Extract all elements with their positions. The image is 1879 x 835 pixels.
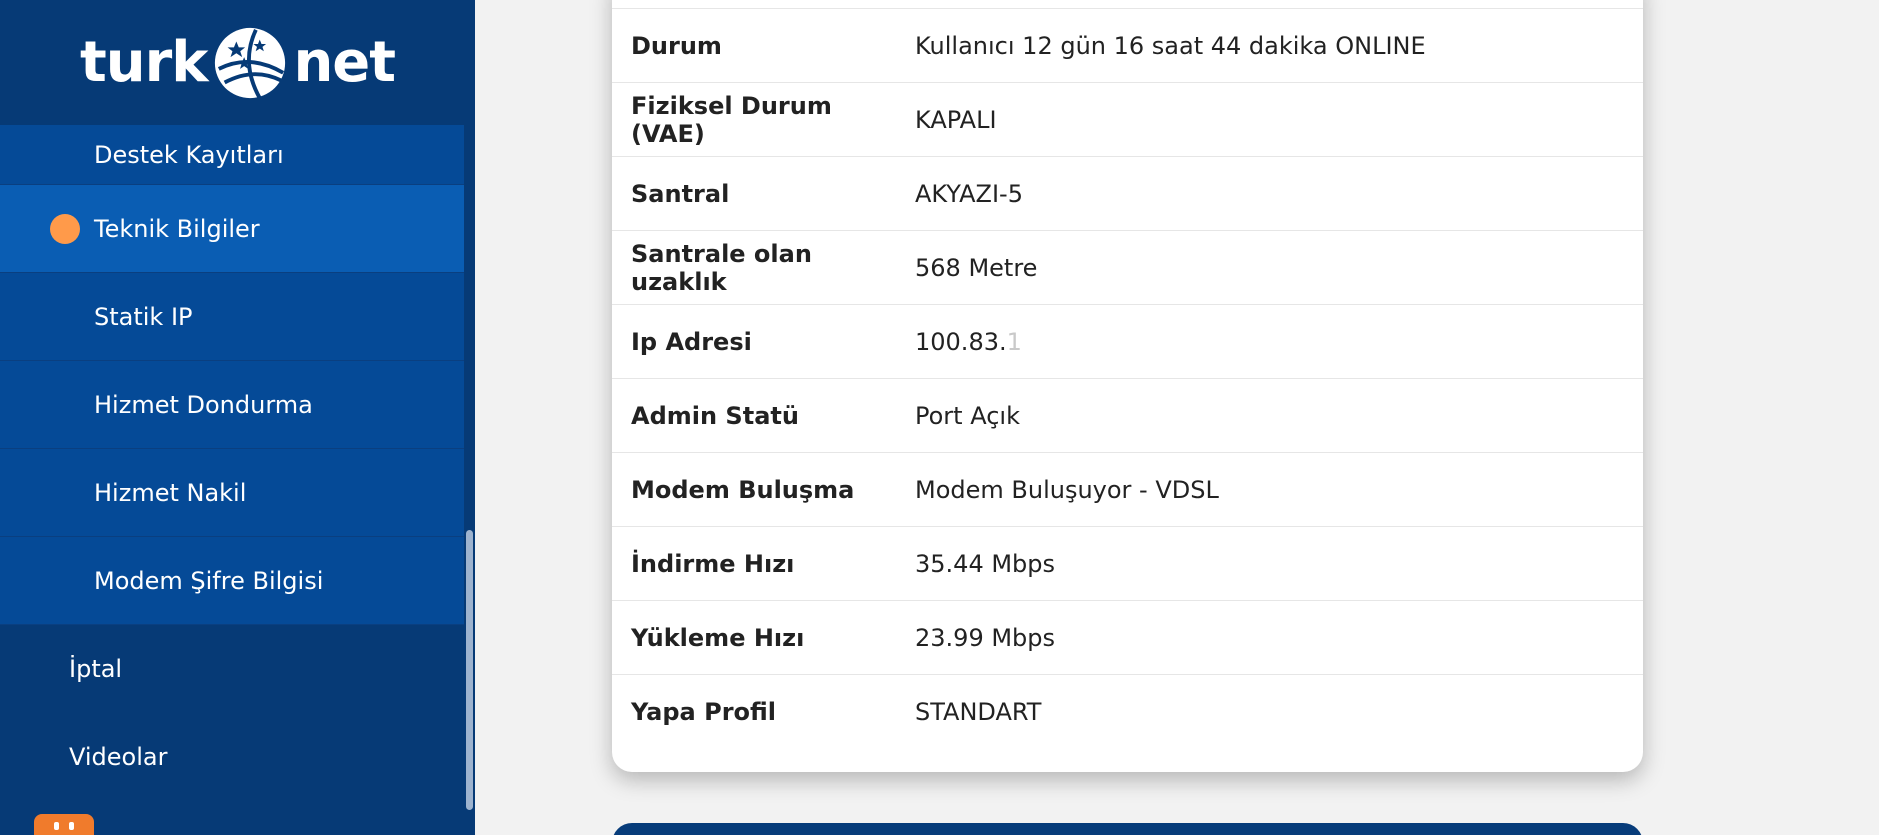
sidebar: turk net Destek Kayıtları Teknik Bilgile… <box>0 0 475 835</box>
info-label: İndirme Hızı <box>631 549 795 578</box>
info-row-santral: Santral AKYAZI-5 <box>612 156 1643 230</box>
info-label: Ip Adresi <box>631 327 752 356</box>
info-label: Yükleme Hızı <box>631 623 805 652</box>
technical-submenu: Destek Kayıtları Teknik Bilgiler Statik … <box>0 125 464 801</box>
active-indicator-dot <box>50 213 80 244</box>
info-value: STANDART <box>915 697 1042 726</box>
sidebar-item-hizmet-nakil[interactable]: Hizmet Nakil <box>0 449 464 537</box>
info-label: Fiziksel Durum (VAE) <box>631 91 832 148</box>
info-row-santrale-uzaklik: Santrale olan uzaklık 568 Metre <box>612 230 1643 304</box>
sidebar-item-label: Hizmet Nakil <box>94 478 247 507</box>
sidebar-scrollbar-thumb[interactable] <box>466 530 473 810</box>
ip-address-visible: 100.83. <box>915 327 1007 356</box>
info-value: 568 Metre <box>915 253 1038 282</box>
technical-info-card: Durum Kullanıcı 12 gün 16 saat 44 dakika… <box>612 0 1643 772</box>
sidebar-item-label: Hizmet Dondurma <box>94 390 313 419</box>
info-row-admin-statu: Admin Statü Port Açık <box>612 378 1643 452</box>
logo-text-turk: turk <box>79 30 208 95</box>
next-section-card <box>612 823 1643 835</box>
sidebar-item-label: İptal <box>69 655 123 683</box>
globe-icon <box>215 27 286 99</box>
logo-text-net: net <box>293 30 396 95</box>
info-label: Modem Buluşma <box>631 475 855 504</box>
info-label: Durum <box>631 31 722 60</box>
info-row-durum: Durum Kullanıcı 12 gün 16 saat 44 dakika… <box>612 8 1643 82</box>
sidebar-item-teknik-bilgiler[interactable]: Teknik Bilgiler <box>0 185 464 273</box>
info-row-fiziksel-durum: Fiziksel Durum (VAE) KAPALI <box>612 82 1643 156</box>
sidebar-item-destek-kayitlari[interactable]: Destek Kayıtları <box>0 125 464 185</box>
sidebar-item-modem-sifre-bilgisi[interactable]: Modem Şifre Bilgisi <box>0 537 464 625</box>
sidebar-item-videolar[interactable]: Videolar <box>0 713 464 801</box>
info-row-yapa-profil: Yapa Profil STANDART <box>612 674 1643 748</box>
sidebar-item-statik-ip[interactable]: Statik IP <box>0 273 464 361</box>
info-row-modem-bulusma: Modem Buluşma Modem Buluşuyor - VDSL <box>612 452 1643 526</box>
info-label: Admin Statü <box>631 401 799 430</box>
sidebar-item-label: Destek Kayıtları <box>94 140 284 169</box>
info-label: Santrale olan uzaklık <box>631 239 812 296</box>
info-label: Santral <box>631 179 730 208</box>
sidebar-item-label: Teknik Bilgiler <box>94 214 260 243</box>
info-value: AKYAZI-5 <box>915 179 1023 208</box>
sidebar-item-label: Videolar <box>69 743 168 771</box>
ip-address-masked: 1 <box>1006 327 1022 356</box>
info-row-indirme-hizi: İndirme Hızı 35.44 Mbps <box>612 526 1643 600</box>
info-value: 23.99 Mbps <box>915 623 1056 652</box>
sidebar-item-iptal[interactable]: İptal <box>0 625 464 713</box>
info-value: KAPALI <box>915 105 997 134</box>
info-label: Yapa Profil <box>631 697 777 726</box>
chat-icon[interactable] <box>34 814 94 835</box>
sidebar-item-hizmet-dondurma[interactable]: Hizmet Dondurma <box>0 361 464 449</box>
info-value: Modem Buluşuyor - VDSL <box>915 475 1219 504</box>
info-value: Port Açık <box>915 401 1020 430</box>
logo-area: turk net <box>0 0 475 125</box>
sidebar-item-label: Modem Şifre Bilgisi <box>94 566 324 595</box>
info-value: 100.83.1 <box>914 328 1022 356</box>
sidebar-item-label: Statik IP <box>94 302 193 331</box>
info-value: Kullanıcı 12 gün 16 saat 44 dakika ONLIN… <box>915 31 1426 60</box>
info-value: 35.44 Mbps <box>915 549 1056 578</box>
turknet-logo[interactable]: turk net <box>79 24 396 102</box>
info-row-yukleme-hizi: Yükleme Hızı 23.99 Mbps <box>612 600 1643 674</box>
info-row-ip-adresi: Ip Adresi 100.83.1 <box>612 304 1643 378</box>
